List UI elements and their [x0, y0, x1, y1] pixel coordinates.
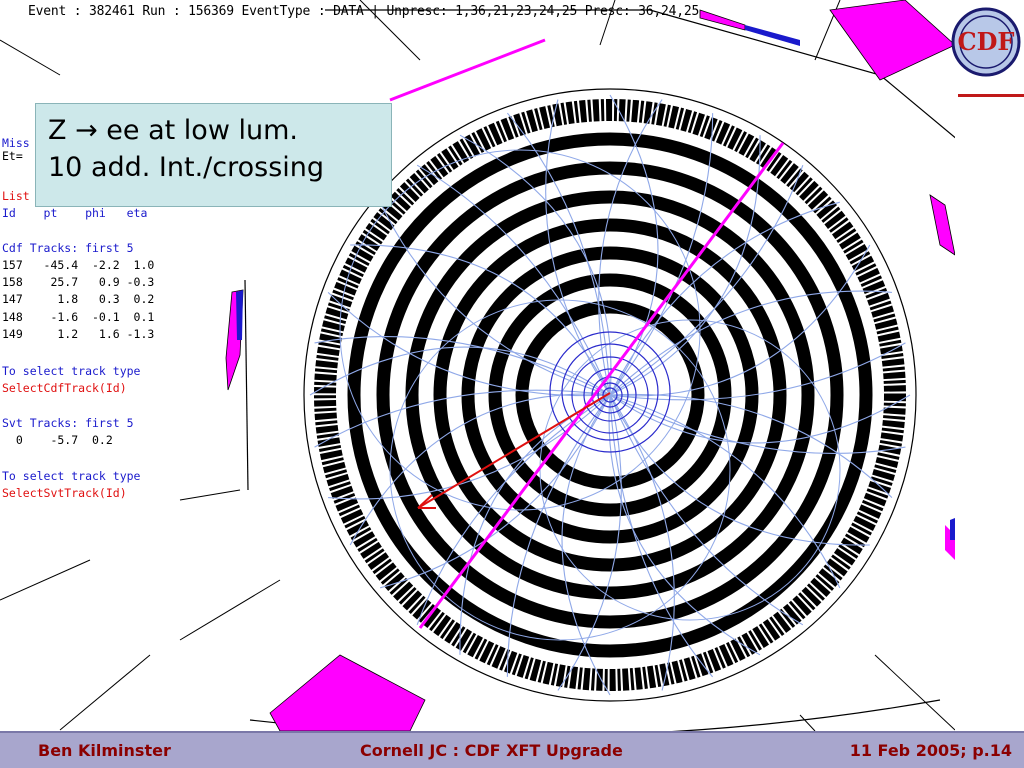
track-row: 147 1.8 0.3 0.2: [2, 292, 155, 306]
footer-author: Ben Kilminster: [38, 741, 171, 760]
tower-boundary: [799, 714, 816, 732]
cdf-logo: CDF: [951, 7, 1024, 97]
energy-deposit-bottom-right-blue: [950, 518, 955, 540]
annotation-line-2: 10 add. Int./crossing: [48, 152, 325, 183]
energy-deposit-top: [699, 9, 746, 31]
tower-boundary: [0, 559, 91, 601]
track-row: 148 -1.6 -0.1 0.1: [2, 310, 155, 324]
footer-date-page: 11 Feb 2005; p.14: [849, 741, 1012, 760]
tower-boundary: [874, 654, 956, 731]
energy-deposit-top-right: [829, 0, 956, 81]
annotation-box: Z → ee at low lum. 10 add. Int./crossing: [35, 103, 392, 207]
logo-text: CDF: [958, 27, 1015, 56]
et-label: Et=: [2, 149, 23, 163]
track-row: 158 25.7 0.9 -0.3: [2, 275, 155, 289]
tower-boundary: [59, 654, 151, 731]
svt-track-row: 0 -5.7 0.2: [2, 433, 113, 447]
select-hint-1: To select track type: [2, 364, 141, 378]
select-hint-2: To select track type: [2, 469, 141, 483]
display-right-margin: [955, 100, 1024, 731]
electron-direction-line: [389, 38, 546, 102]
footer-title: Cornell JC : CDF XFT Upgrade: [360, 741, 623, 760]
track-row: 149 1.2 1.6 -1.3: [2, 327, 155, 341]
annotation-line-1: Z → ee at low lum.: [48, 115, 298, 146]
select-svt-track-command[interactable]: SelectSvtTrack(Id): [2, 487, 127, 500]
energy-deposit-left-blue: [236, 290, 243, 340]
footer-bar: Ben Kilminster Cornell JC : CDF XFT Upgr…: [0, 731, 1024, 768]
list-label: List: [2, 189, 30, 203]
energy-deposit-top-blue: [745, 25, 800, 46]
energy-deposit-bottom: [269, 654, 426, 732]
event-header: Event : 382461 Run : 156369 EventType : …: [28, 4, 700, 19]
tower-boundary: [179, 489, 241, 501]
track-row: 157 -45.4 -2.2 1.0: [2, 258, 155, 272]
tower-boundary: [179, 579, 281, 641]
select-cdf-track-command[interactable]: SelectCdfTrack(Id): [2, 382, 127, 395]
svt-tracks-header: Svt Tracks: first 5: [2, 416, 134, 430]
energy-deposit-right: [929, 194, 956, 256]
calorimeter-left-boundary: [244, 279, 249, 491]
tower-boundary: [0, 39, 61, 76]
track-columns-header: Id pt phi eta: [2, 206, 148, 220]
cdf-tracks-header: Cdf Tracks: first 5: [2, 241, 134, 255]
